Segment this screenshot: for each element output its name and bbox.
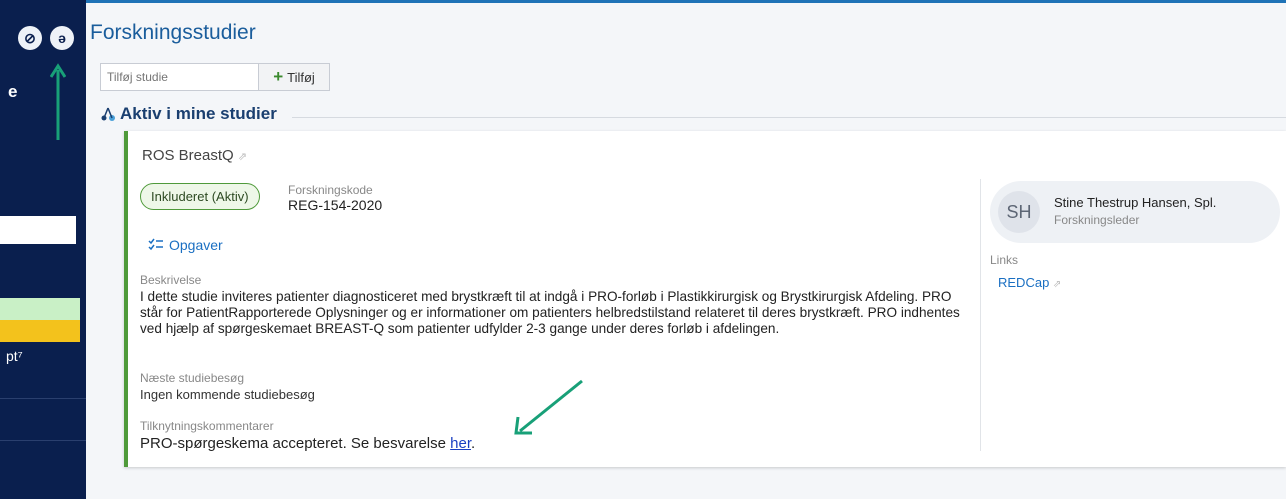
plus-icon: + xyxy=(273,67,284,86)
rail-green-bar[interactable] xyxy=(0,298,80,320)
person-card[interactable]: SH Stine Thestrup Hansen, Spl. Forskning… xyxy=(990,181,1280,243)
comment-text: PRO-spørgeskema accepteret. Se besvarels… xyxy=(140,435,451,452)
add-study-input[interactable] xyxy=(100,63,260,91)
redcap-link-text: REDCap xyxy=(998,275,1050,290)
next-visit-value: Ingen kommende studiebesøg xyxy=(140,387,315,402)
section-header[interactable]: Aktiv i mine studier xyxy=(100,104,277,124)
description-label: Beskrivelse xyxy=(140,273,202,287)
person-name: Stine Thestrup Hansen, Spl. xyxy=(1054,195,1217,210)
rail-text-2: pt⁷ xyxy=(6,348,23,364)
rail-input[interactable] xyxy=(0,216,76,244)
rail-divider-2 xyxy=(0,440,86,441)
add-study-button[interactable]: + Tilføj xyxy=(258,63,330,91)
block-icon[interactable]: ⊘ xyxy=(18,26,42,50)
rail-divider-1 xyxy=(0,398,86,399)
description-text: I dette studie inviteres patienter diagn… xyxy=(140,289,960,336)
research-code-block: Forskningskode REG-154-2020 xyxy=(288,183,382,213)
research-code-value: REG-154-2020 xyxy=(288,197,383,213)
rail-yellow-bar[interactable] xyxy=(0,320,80,342)
tasks-link-label: Opgaver xyxy=(169,237,223,253)
annotation-arrow-icon xyxy=(514,379,583,435)
left-rail: ⊘ ǝ e pt⁷ xyxy=(0,0,86,499)
status-badge: Inkluderet (Aktiv) xyxy=(140,183,260,210)
section-divider xyxy=(292,117,1286,118)
annotation-arrow-icon xyxy=(50,63,66,140)
page-title: Forskningsstudier xyxy=(90,21,256,44)
study-card: ROS BreastQ ⇗ Inkluderet (Aktiv) Forskni… xyxy=(124,131,1286,467)
next-visit-label: Næste studiebesøg xyxy=(140,371,245,385)
avatar: SH xyxy=(998,191,1040,233)
external-link-icon: ⇗ xyxy=(1052,279,1062,290)
rail-text-1: e xyxy=(8,82,18,101)
right-divider xyxy=(980,179,981,451)
tasks-list-icon xyxy=(148,238,163,251)
research-code-label: Forskningskode xyxy=(288,183,373,197)
research-person-icon[interactable]: ǝ xyxy=(50,26,74,50)
section-title: Aktiv i mine studier xyxy=(120,104,277,123)
study-name-text: ROS BreastQ xyxy=(142,147,234,164)
tasks-link[interactable]: Opgaver xyxy=(148,237,223,253)
comment-suffix: . xyxy=(471,435,476,452)
main-panel: Forskningsstudier + Tilføj Aktiv i mine … xyxy=(86,0,1286,499)
external-link-icon: ⇗ xyxy=(237,151,248,163)
links-label: Links xyxy=(990,253,1019,267)
comments-label: Tilknytningskommentarer xyxy=(140,419,274,433)
redcap-link[interactable]: REDCap ⇗ xyxy=(998,275,1061,290)
person-role: Forskningsleder xyxy=(1054,213,1140,227)
study-name[interactable]: ROS BreastQ ⇗ xyxy=(142,147,247,164)
comment-line: PRO-spørgeskema accepteret. Se besvarels… xyxy=(140,435,475,452)
study-network-icon xyxy=(101,107,115,121)
response-link[interactable]: her xyxy=(450,435,471,452)
add-study-button-label: Tilføj xyxy=(287,69,315,85)
